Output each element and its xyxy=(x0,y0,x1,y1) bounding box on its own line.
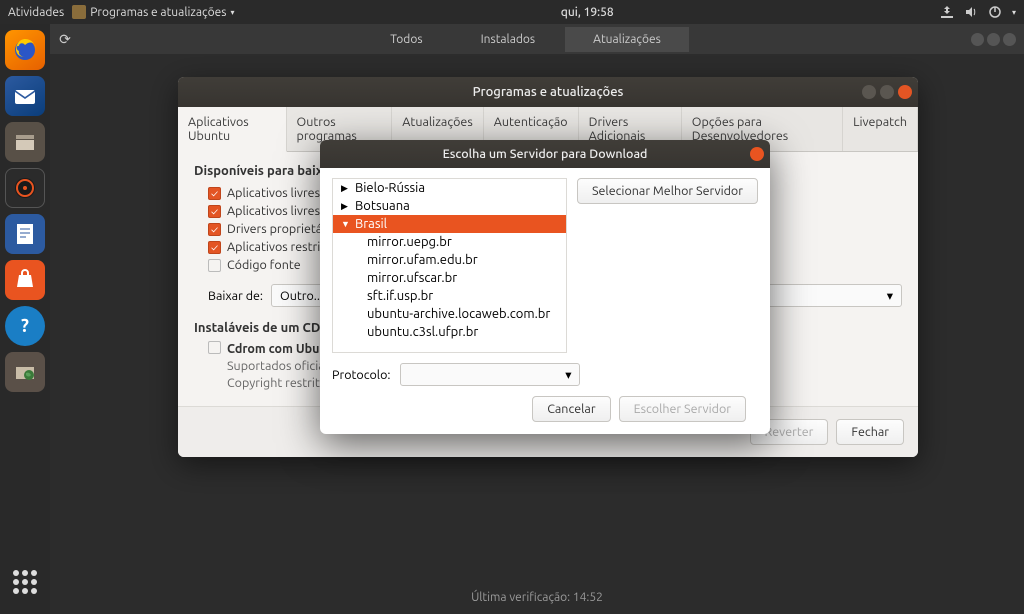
power-icon[interactable] xyxy=(988,5,1002,19)
checkbox-main[interactable]: ✓ xyxy=(208,187,221,200)
tree-mirror[interactable]: mirror.ufscar.br xyxy=(333,269,566,287)
activities-button[interactable]: Atividades xyxy=(8,6,64,19)
tab-livepatch[interactable]: Livepatch xyxy=(843,107,918,151)
tree-mirror[interactable]: ubuntu-archive.locaweb.com.br xyxy=(333,305,566,323)
choose-server-dialog: Escolha um Servidor para Download ▶Bielo… xyxy=(320,140,770,434)
close-icon[interactable] xyxy=(898,85,912,99)
volume-icon[interactable] xyxy=(964,5,978,19)
chevron-down-icon: ▾ xyxy=(887,288,893,303)
software-header: ⟳ Todos Instalados Atualizações xyxy=(50,24,1024,54)
tree-mirror[interactable]: ubuntu.c3sl.ufpr.br xyxy=(333,323,566,341)
svg-text:?: ? xyxy=(21,316,29,336)
checkbox-multiverse[interactable]: ✓ xyxy=(208,241,221,254)
dialog-title: Escolha um Servidor para Download xyxy=(443,147,648,161)
launcher-writer[interactable] xyxy=(5,214,45,254)
window-title: Programas e atualizações xyxy=(473,85,624,99)
checkbox-source-label: Código fonte xyxy=(227,258,301,272)
launcher-files[interactable] xyxy=(5,122,45,162)
minimize-icon[interactable] xyxy=(862,85,876,99)
tab-updates[interactable]: Atualizações xyxy=(565,27,689,52)
close-icon[interactable] xyxy=(750,147,764,161)
tab-all[interactable]: Todos xyxy=(362,27,450,52)
server-tree[interactable]: ▶Bielo-Rússia ▶Botsuana ▼Brasil mirror.u… xyxy=(332,178,567,353)
close-icon[interactable] xyxy=(1003,33,1016,46)
window-controls xyxy=(971,33,1024,46)
cancel-button[interactable]: Cancelar xyxy=(532,396,610,422)
tree-country-belarus[interactable]: ▶Bielo-Rússia xyxy=(333,179,566,197)
maximize-icon[interactable] xyxy=(987,33,1000,46)
last-check-status: Última verificação: 14:52 xyxy=(50,591,1024,604)
network-icon[interactable] xyxy=(940,5,954,19)
tab-installed[interactable]: Instalados xyxy=(453,27,564,52)
launcher-rhythmbox[interactable] xyxy=(5,168,45,208)
launcher-help[interactable]: ? xyxy=(5,306,45,346)
tree-country-botswana[interactable]: ▶Botsuana xyxy=(333,197,566,215)
chevron-down-icon: ▾ xyxy=(565,367,571,382)
checkbox-cdrom[interactable] xyxy=(208,341,221,354)
launcher-firefox[interactable] xyxy=(5,30,45,70)
download-from-label: Baixar de: xyxy=(208,289,263,303)
choose-server-button[interactable]: Escolher Servidor xyxy=(619,396,746,422)
tree-mirror[interactable]: mirror.uepg.br xyxy=(333,233,566,251)
protocol-combo[interactable]: ▾ xyxy=(400,363,580,386)
minimize-icon[interactable] xyxy=(971,33,984,46)
checkbox-multiverse-label: Aplicativos restrito xyxy=(227,240,333,254)
checkbox-source[interactable] xyxy=(208,259,221,272)
checkbox-restricted[interactable]: ✓ xyxy=(208,223,221,236)
tree-country-brazil[interactable]: ▼Brasil xyxy=(333,215,566,233)
window-titlebar[interactable]: Programas e atualizações xyxy=(178,77,918,107)
triangle-down-icon: ▼ xyxy=(341,219,351,229)
launcher-dock: ? xyxy=(0,24,50,614)
system-menu-chevron-icon[interactable]: ▾ xyxy=(1012,8,1016,17)
tree-mirror[interactable]: mirror.ufam.edu.br xyxy=(333,251,566,269)
top-panel: Atividades Programas e atualizações ▾ qu… xyxy=(0,0,1024,24)
clock[interactable]: qui, 19:58 xyxy=(234,6,940,19)
dialog-titlebar[interactable]: Escolha um Servidor para Download xyxy=(320,140,770,168)
tab-ubuntu-software[interactable]: Aplicativos Ubuntu xyxy=(178,107,287,152)
app-menu-icon xyxy=(72,5,86,19)
select-best-server-button[interactable]: Selecionar Melhor Servidor xyxy=(577,178,758,204)
launcher-item[interactable] xyxy=(5,352,45,392)
close-button[interactable]: Fechar xyxy=(836,419,904,445)
app-menu-label: Programas e atualizações xyxy=(90,6,226,19)
tree-mirror[interactable]: sft.if.usp.br xyxy=(333,287,566,305)
triangle-right-icon: ▶ xyxy=(341,201,351,212)
download-from-value: Outro... xyxy=(280,289,323,303)
launcher-software[interactable] xyxy=(5,260,45,300)
refresh-button[interactable]: ⟳ xyxy=(50,31,80,48)
triangle-right-icon: ▶ xyxy=(341,183,351,194)
show-applications-button[interactable] xyxy=(5,562,45,602)
protocol-label: Protocolo: xyxy=(332,368,390,382)
checkbox-universe[interactable]: ✓ xyxy=(208,205,221,218)
maximize-icon[interactable] xyxy=(880,85,894,99)
app-menu[interactable]: Programas e atualizações ▾ xyxy=(72,5,234,19)
launcher-thunderbird[interactable] xyxy=(5,76,45,116)
